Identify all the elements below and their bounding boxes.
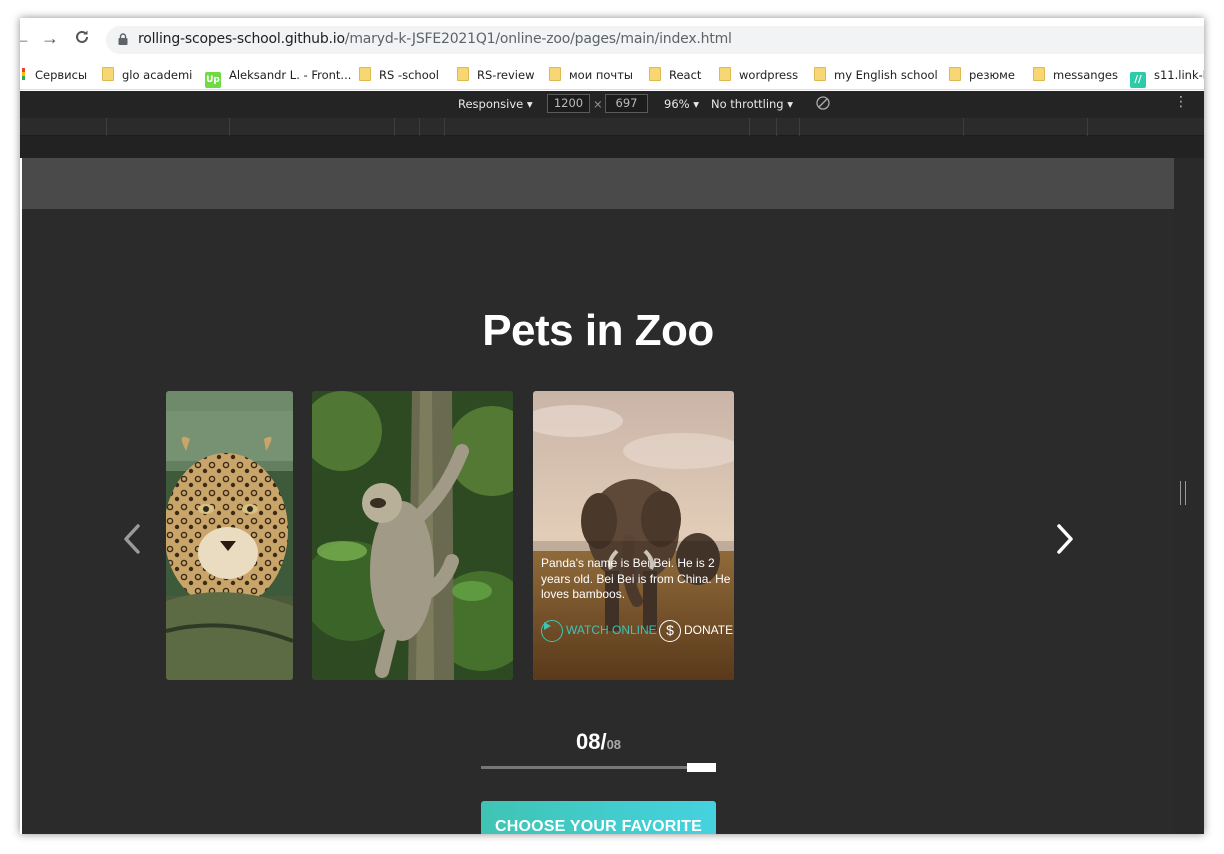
progress-track[interactable] — [481, 766, 716, 769]
chevron-down-icon: ▾ — [693, 97, 699, 111]
bookmark-item[interactable]: Up Aleksandr L. - Front... — [205, 66, 352, 88]
throttling-label: No throttling — [711, 97, 784, 111]
choose-favorite-button[interactable]: CHOOSE YOUR FAVORITE — [481, 801, 716, 834]
address-row: ← → rolling-scopes-school.github.io/mary… — [20, 18, 1204, 60]
reload-icon[interactable] — [72, 28, 92, 48]
folder-icon — [549, 67, 561, 81]
chevron-down-icon: ▾ — [526, 97, 533, 111]
bookmark-label: RS-review — [477, 68, 535, 82]
folder-icon — [457, 67, 469, 81]
bookmark-label: резюме — [969, 68, 1015, 82]
bookmark-label: my English school — [834, 68, 938, 82]
bookmark-item[interactable]: мои почты — [549, 66, 633, 84]
leopard-image — [166, 391, 293, 680]
bookmark-item[interactable]: RS -school — [359, 66, 439, 84]
folder-icon — [649, 67, 661, 81]
resize-handle[interactable] — [1180, 481, 1186, 505]
upwork-icon: Up — [205, 72, 221, 88]
next-arrow-icon[interactable] — [1049, 522, 1077, 556]
counter-current: 08/ — [575, 729, 607, 754]
forward-icon[interactable]: → — [40, 28, 60, 48]
counter-total: 08 — [606, 737, 622, 752]
times-sign: × — [593, 97, 603, 111]
slide-counter: 08/08 — [481, 729, 716, 755]
watch-online-link[interactable]: WATCH ONLINE — [541, 619, 657, 642]
apps-icon — [22, 68, 25, 80]
prev-arrow-icon[interactable] — [120, 522, 148, 556]
folder-icon — [949, 67, 961, 81]
back-icon[interactable]: ← — [20, 28, 32, 48]
bookmark-item[interactable]: RS-review — [457, 66, 534, 84]
donate-label: DONATE — [684, 623, 734, 637]
rotate-icon[interactable] — [815, 95, 831, 114]
bookmark-label: React — [669, 68, 702, 82]
folder-icon — [814, 67, 826, 81]
bookmark-label: Aleksandr L. - Front... — [229, 68, 352, 82]
folder-icon — [1033, 67, 1045, 81]
pet-card-sloth[interactable] — [312, 391, 513, 680]
more-options-icon[interactable]: ⋮ — [1174, 94, 1188, 110]
tilde-icon: // — [1130, 72, 1146, 88]
bookmark-label: wordpress — [739, 68, 799, 82]
device-toolbar: Responsive ▾ 1200 × 697 96% ▾ No throttl… — [20, 91, 1204, 118]
height-input[interactable]: 697 — [605, 94, 648, 113]
lock-icon — [118, 33, 128, 45]
media-query-ruler — [20, 118, 1204, 136]
pet-card-leopard[interactable] — [166, 391, 293, 680]
bookmark-item[interactable]: messanges — [1033, 66, 1118, 84]
url-host: rolling-scopes-school.github.io — [138, 31, 345, 47]
chevron-down-icon: ▾ — [787, 97, 794, 111]
donate-link[interactable]: $ DONATE — [659, 619, 734, 642]
url-text: rolling-scopes-school.github.io/maryd-k-… — [138, 31, 732, 47]
bookmark-item[interactable]: wordpress — [719, 66, 798, 84]
bookmarks-bar: Сервисы glo academi Up Aleksandr L. - Fro… — [20, 60, 1204, 90]
zoom-label: 96% — [664, 97, 690, 111]
page-viewport: Pets in Zoo Panda's name is Bei Bei. He … — [22, 158, 1174, 834]
throttling-select[interactable]: No throttling ▾ — [711, 97, 793, 111]
bookmark-item[interactable]: резюме — [949, 66, 1015, 84]
url-bar[interactable]: rolling-scopes-school.github.io/maryd-k-… — [106, 26, 1204, 54]
width-input[interactable]: 1200 — [547, 94, 590, 113]
bookmark-item[interactable]: my English school — [814, 66, 938, 84]
bookmark-item[interactable]: // s11.link-h — [1130, 66, 1204, 88]
bookmark-label: messanges — [1053, 68, 1118, 82]
page-title: Pets in Zoo — [482, 306, 714, 355]
bookmark-item[interactable]: glo academi — [102, 66, 192, 84]
play-icon — [541, 619, 563, 642]
bookmark-label: s11.link-h — [1154, 68, 1204, 82]
folder-icon — [359, 67, 371, 81]
devtools-side — [1174, 158, 1204, 834]
bookmark-label: Сервисы — [35, 68, 88, 82]
zoom-select[interactable]: 96% ▾ — [664, 97, 699, 111]
page-header — [22, 158, 1174, 209]
progress-thumb[interactable] — [687, 763, 716, 772]
bookmark-label: glo academi — [122, 68, 193, 82]
device-mode-select[interactable]: Responsive ▾ — [458, 97, 533, 111]
pet-card-active[interactable]: Panda's name is Bei Bei. He is 2 years o… — [533, 391, 734, 680]
browser-window: ← → rolling-scopes-school.github.io/mary… — [20, 18, 1204, 834]
device-mode-label: Responsive — [458, 97, 524, 111]
bookmark-item[interactable]: React — [649, 66, 701, 84]
card-description: Panda's name is Bei Bei. He is 2 years o… — [541, 556, 731, 601]
watch-online-label: WATCH ONLINE — [566, 623, 657, 637]
sloth-image — [312, 391, 513, 680]
folder-icon — [102, 67, 114, 81]
bookmark-item[interactable]: Сервисы — [22, 66, 87, 84]
folder-icon — [719, 67, 731, 81]
bookmark-label: мои почты — [569, 68, 633, 82]
dollar-icon: $ — [659, 619, 681, 642]
bookmark-label: RS -school — [379, 68, 439, 82]
url-path: /maryd-k-JSFE2021Q1/online-zoo/pages/mai… — [344, 31, 732, 47]
devtools-gap — [20, 136, 1204, 158]
